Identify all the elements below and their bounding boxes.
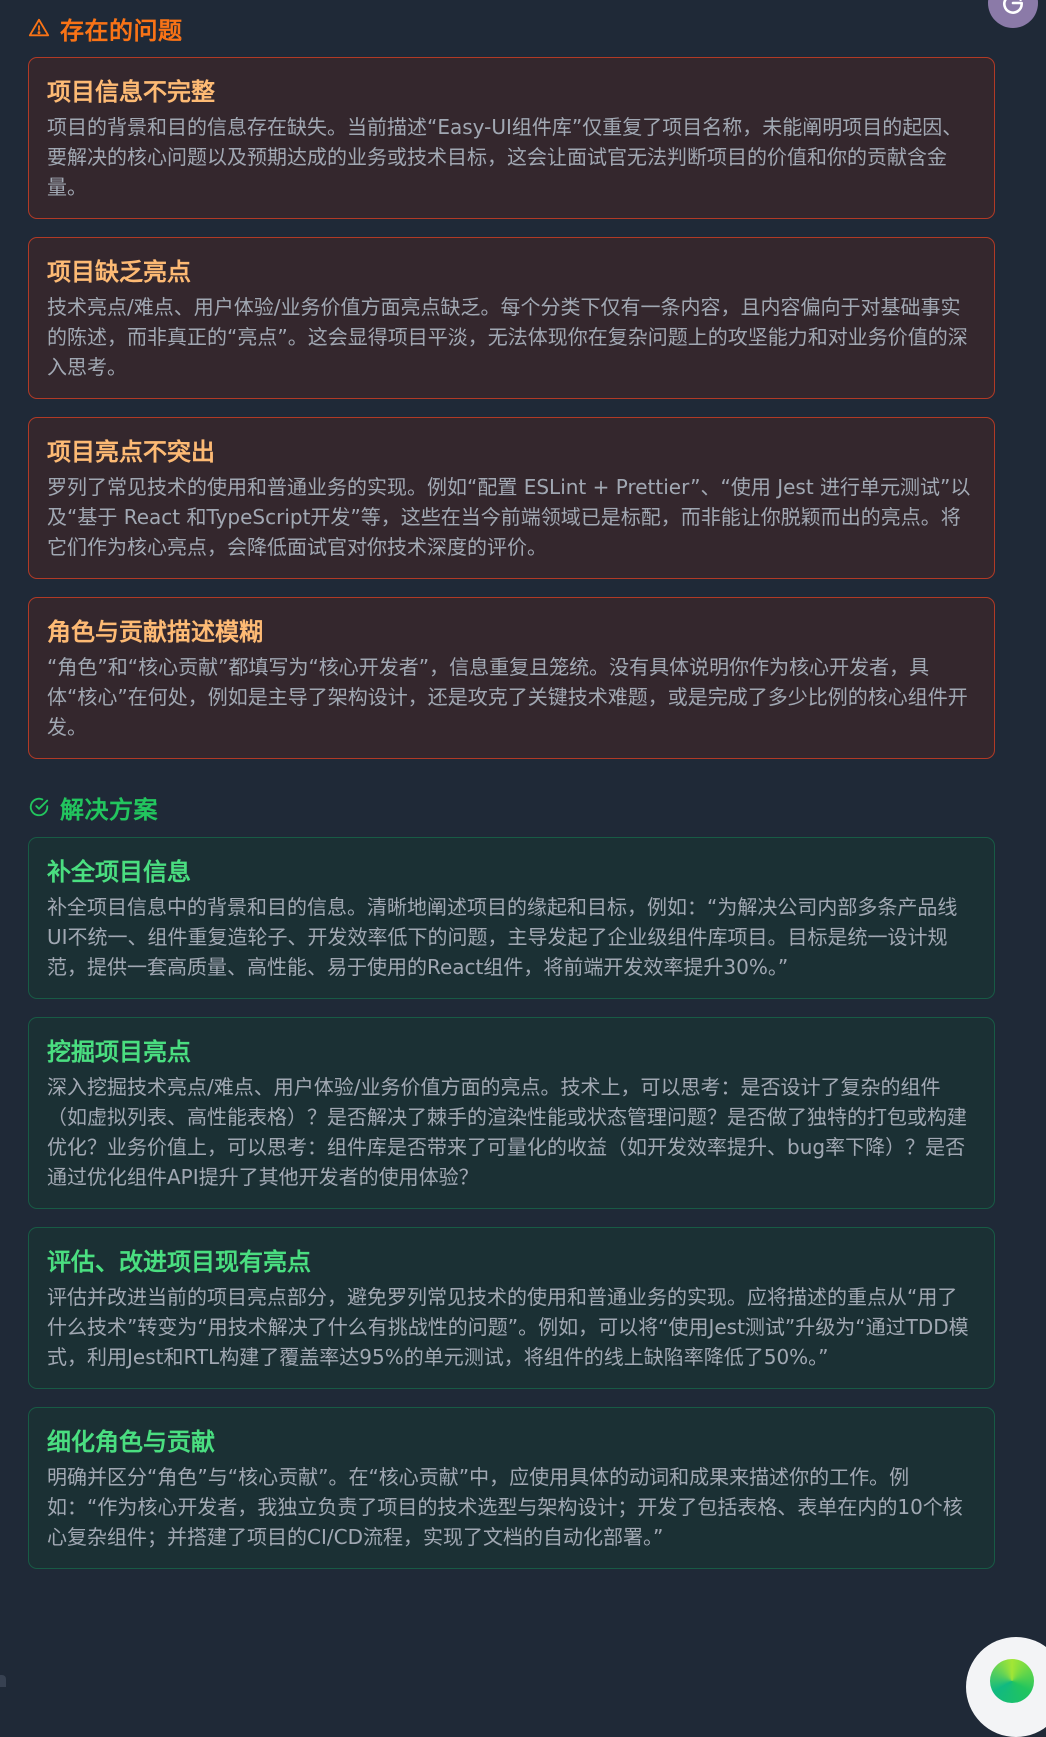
issues-section-header: 存在的问题: [28, 0, 995, 56]
solution-description: 评估并改进当前的项目亮点部分，避免罗列常见技术的使用和普通业务的实现。应将描述的…: [47, 1285, 969, 1369]
solutions-list: 补全项目信息 补全项目信息中的背景和目的信息。清晰地阐述项目的缘起和目标，例如：…: [28, 837, 995, 1569]
issue-description: 项目的背景和目的信息存在缺失。当前描述“Easy-UI组件库”仅重复了项目名称，…: [47, 115, 963, 199]
issue-card: 项目缺乏亮点 技术亮点/难点、用户体验/业务价值方面亮点缺乏。每个分类下仅有一条…: [28, 237, 995, 399]
solution-card: 细化角色与贡献 明确并区分“角色”与“核心贡献”。在“核心贡献”中，应使用具体的…: [28, 1407, 995, 1569]
analysis-content: 存在的问题 项目信息不完整 项目的背景和目的信息存在缺失。当前描述“Easy-U…: [28, 0, 995, 1587]
side-panel-handle[interactable]: [0, 1675, 6, 1687]
solution-description: 补全项目信息中的背景和目的信息。清晰地阐述项目的缘起和目标，例如：“为解决公司内…: [47, 895, 958, 979]
issues-heading: 存在的问题: [60, 16, 183, 45]
solution-title: 细化角色与贡献: [47, 1428, 215, 1456]
issue-description: 技术亮点/难点、用户体验/业务价值方面亮点缺乏。每个分类下仅有一条内容，且内容偏…: [47, 295, 968, 379]
solutions-section-header: 解决方案: [28, 777, 995, 837]
issue-card: 角色与贡献描述模糊 “角色”和“核心贡献”都填写为“核心开发者”，信息重复且笼统…: [28, 597, 995, 759]
assistant-logo-icon: [990, 1659, 1034, 1703]
solution-title: 评估、改进项目现有亮点: [47, 1248, 311, 1276]
issue-title: 项目信息不完整: [47, 78, 215, 106]
solution-description: 深入挖掘技术亮点/难点、用户体验/业务价值方面的亮点。技术上，可以思考：是否设计…: [47, 1075, 967, 1189]
user-avatar-icon[interactable]: [988, 0, 1038, 28]
issue-title: 项目缺乏亮点: [47, 258, 191, 286]
issues-list: 项目信息不完整 项目的背景和目的信息存在缺失。当前描述“Easy-UI组件库”仅…: [28, 57, 995, 759]
solution-description: 明确并区分“角色”与“核心贡献”。在“核心贡献”中，应使用具体的动词和成果来描述…: [47, 1465, 963, 1549]
issue-description: 罗列了常见技术的使用和普通业务的实现。例如“配置 ESLint + Pretti…: [47, 475, 971, 559]
solution-card: 补全项目信息 补全项目信息中的背景和目的信息。清晰地阐述项目的缘起和目标，例如：…: [28, 837, 995, 999]
issue-card: 项目亮点不突出 罗列了常见技术的使用和普通业务的实现。例如“配置 ESLint …: [28, 417, 995, 579]
issue-description: “角色”和“核心贡献”都填写为“核心开发者”，信息重复且笼统。没有具体说明你作为…: [47, 655, 968, 739]
issue-title: 角色与贡献描述模糊: [47, 618, 263, 646]
warning-triangle-icon: [28, 17, 50, 39]
solution-card: 评估、改进项目现有亮点 评估并改进当前的项目亮点部分，避免罗列常见技术的使用和普…: [28, 1227, 995, 1389]
check-circle-icon: [28, 796, 50, 818]
issue-card: 项目信息不完整 项目的背景和目的信息存在缺失。当前描述“Easy-UI组件库”仅…: [28, 57, 995, 219]
solution-title: 补全项目信息: [47, 858, 191, 886]
issue-title: 项目亮点不突出: [47, 438, 215, 466]
solutions-heading: 解决方案: [60, 795, 158, 824]
assistant-fab-icon[interactable]: [966, 1637, 1046, 1737]
solution-title: 挖掘项目亮点: [47, 1038, 191, 1066]
solution-card: 挖掘项目亮点 深入挖掘技术亮点/难点、用户体验/业务价值方面的亮点。技术上，可以…: [28, 1017, 995, 1209]
